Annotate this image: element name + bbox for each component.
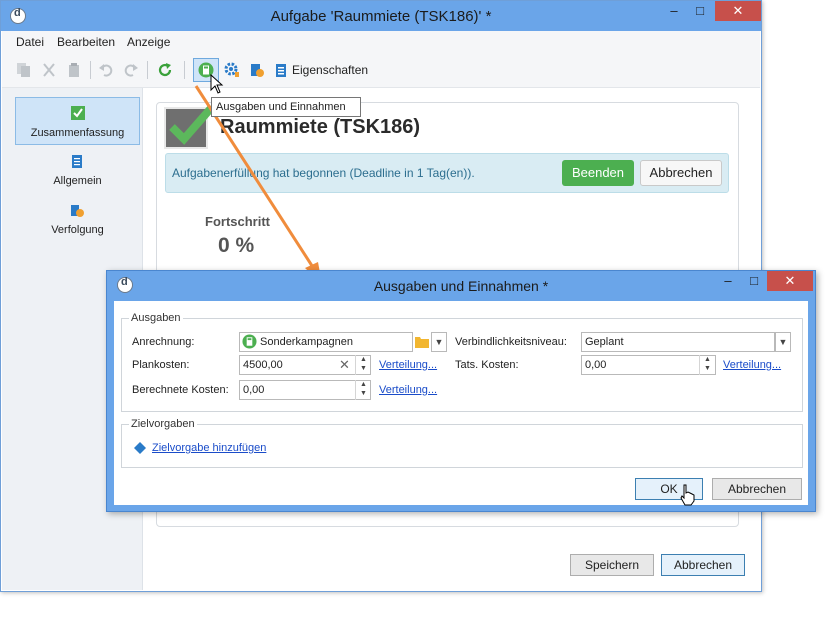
copy-icon[interactable] [16,62,32,78]
commitment-value: Geplant [585,336,624,348]
commitment-label: Verbindlichkeitsniveau: [455,336,567,348]
properties-icon[interactable] [273,62,289,78]
toolbar-separator [90,61,91,79]
progress-value: 0 % [218,234,255,257]
actual-cost-stepper[interactable]: ▲ ▼ [699,355,715,375]
calc-cost-input[interactable]: 0,00 [239,380,371,400]
maximize-button[interactable]: □ [687,1,713,21]
status-info-text: Aufgabenerfüllung hat begonnen (Deadline… [172,166,475,180]
planned-cost-label: Plankosten: [132,359,190,371]
paste-icon[interactable] [66,62,82,78]
checkmark-icon [169,104,214,145]
properties-button[interactable]: Eigenschaften [292,63,368,77]
mouse-cursor-icon [210,74,224,94]
cancel-task-button[interactable]: Abbrechen [640,160,722,186]
finish-button[interactable]: Beenden [562,160,634,186]
window-titlebar[interactable]: Aufgabe 'Raummiete (TSK186)' * – □ ✕ [1,1,761,31]
sidebar-item-zusammenfassung[interactable]: Zusammenfassung [15,97,140,145]
add-target-link[interactable]: Zielvorgabe hinzufügen [152,442,266,454]
charge-dropdown-arrow[interactable]: ▼ [431,332,447,352]
tracking-icon [71,205,84,217]
planned-cost-value: 4500,00 [243,359,283,371]
actual-cost-input[interactable]: 0,00 [581,355,716,375]
settings-icon[interactable] [224,62,240,78]
planned-cost-distribution-link[interactable]: Verteilung... [379,359,437,371]
progress-label: Fortschritt [205,214,270,229]
expenses-group-title: Ausgaben [129,312,183,324]
charge-field[interactable]: Sonderkampagnen [239,332,413,352]
actual-cost-label: Tats. Kosten: [455,359,519,371]
sidebar-item-allgemein[interactable]: Allgemein [15,146,140,194]
planned-cost-input[interactable]: 4500,00 [239,355,371,375]
clear-icon[interactable]: ✕ [339,357,350,373]
folder-icon[interactable] [415,335,429,348]
menu-bearbeiten[interactable]: Bearbeiten [57,35,115,49]
planned-cost-stepper[interactable]: ▲ ▼ [355,355,371,375]
dialog-minimize-button[interactable]: – [715,271,741,291]
calc-cost-label: Berechnete Kosten: [132,384,229,396]
charge-value: Sonderkampagnen [260,336,353,348]
commitment-select[interactable]: Geplant [581,332,775,352]
dialog-maximize-button[interactable]: □ [741,271,767,291]
task-status-icon [164,104,214,149]
task-title: Raummiete (TSK186) [220,116,421,138]
dialog-close-button[interactable]: ✕ [767,271,813,291]
commitment-dropdown-arrow[interactable]: ▼ [775,332,791,352]
actual-cost-value: 0,00 [585,359,607,371]
menu-anzeige[interactable]: Anzeige [127,35,170,49]
cancel-button[interactable]: Abbrechen [661,554,745,576]
charge-label: Anrechnung: [132,336,195,348]
calc-cost-distribution-link[interactable]: Verteilung... [379,384,437,396]
sidebar-item-label: Allgemein [53,175,102,187]
tag-icon[interactable] [249,62,265,78]
calc-cost-stepper[interactable]: ▲ ▼ [355,380,371,400]
sidebar-item-label: Zusammenfassung [30,127,125,139]
window-title: Aufgabe 'Raummiete (TSK186)' * [270,8,492,25]
dialog-cancel-button[interactable]: Abbrechen [712,478,802,500]
checklist-icon [71,106,85,120]
toolbar-separator [184,61,185,79]
sidebar-item-verfolgung[interactable]: Verfolgung [15,195,140,243]
menubar: Datei Bearbeiten Anzeige [2,31,760,53]
undo-icon[interactable] [98,62,114,78]
close-button[interactable]: ✕ [715,1,761,21]
dialog-title: Ausgaben und Einnahmen * [373,278,549,294]
minimize-button[interactable]: – [661,1,687,21]
calculator-icon [242,334,257,349]
menu-datei[interactable]: Datei [16,35,44,49]
toolbar: Eigenschaften [2,53,760,88]
sidebar-item-label: Verfolgung [51,224,104,236]
add-target-icon [134,442,146,454]
clipboard-icon [72,155,82,168]
hand-cursor-icon [680,484,695,506]
calc-cost-value: 0,00 [243,384,265,396]
redo-icon[interactable] [123,62,139,78]
actual-cost-distribution-link[interactable]: Verteilung... [723,359,781,371]
tooltip: Ausgaben und Einnahmen [211,97,361,117]
toolbar-separator [147,61,148,79]
save-button[interactable]: Speichern [570,554,654,576]
targets-group-title: Zielvorgaben [129,418,197,430]
refresh-icon[interactable] [157,62,173,78]
cut-icon[interactable] [41,62,57,78]
